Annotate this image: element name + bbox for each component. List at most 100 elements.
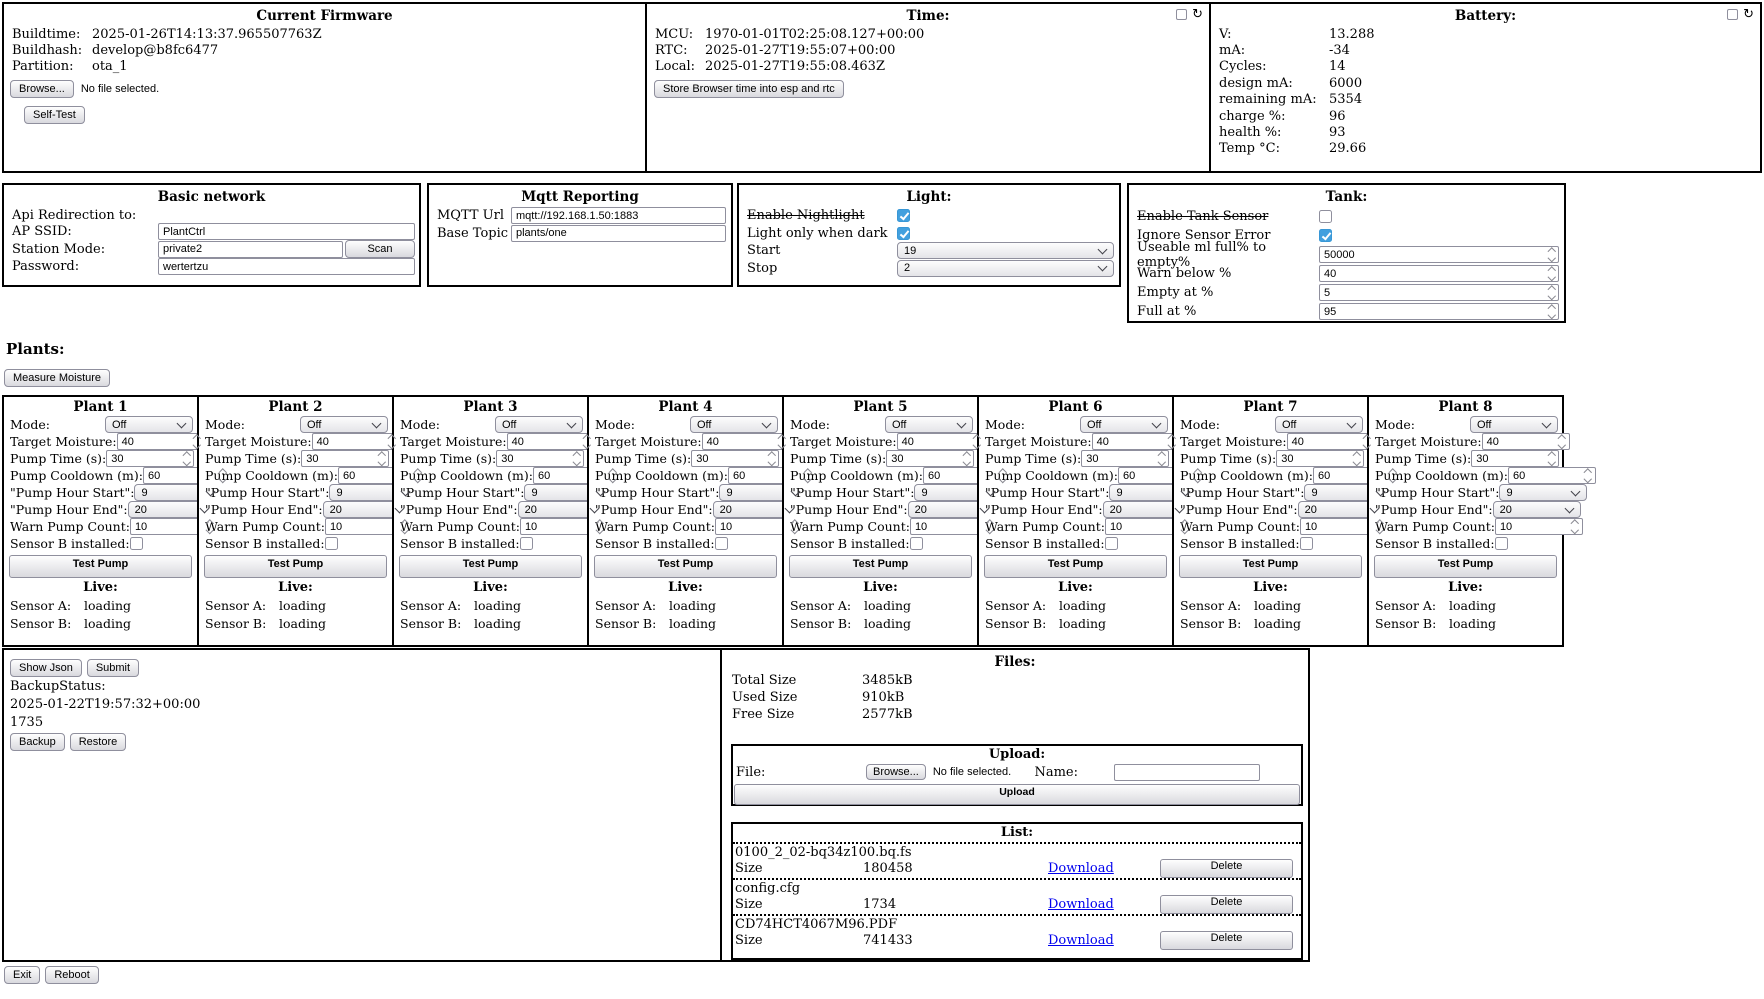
light-stop-select[interactable]: 2 [897,260,1114,277]
show-json-button[interactable]: Show Json [10,659,82,677]
sensor-b-installed-checkbox[interactable] [1495,537,1508,550]
mqtt-url-input[interactable] [511,207,726,224]
target-moisture-input[interactable]: 40 [702,433,790,450]
reboot-button[interactable]: Reboot [45,966,98,984]
base-topic-input[interactable] [511,225,726,242]
delete-button[interactable]: Delete [1160,895,1293,914]
pump-time-input[interactable]: 30 [1276,450,1364,467]
pump-time-input[interactable]: 30 [496,450,584,467]
pump-hour-end-select[interactable]: 20 [1493,501,1581,518]
test-pump-button[interactable]: Test Pump [594,555,777,578]
mode-select[interactable]: Off [1470,416,1558,433]
empty-at-input[interactable]: 5 [1319,284,1559,301]
spinner-icon[interactable] [379,453,385,464]
test-pump-button[interactable]: Test Pump [1179,555,1362,578]
enable-tank-sensor-checkbox[interactable] [1319,210,1332,223]
target-moisture-input[interactable]: 40 [312,433,400,450]
sensor-b-installed-checkbox[interactable] [715,537,728,550]
spinner-icon[interactable] [184,453,190,464]
measure-moisture-button[interactable]: Measure Moisture [4,369,110,387]
spinner-icon[interactable] [964,453,970,464]
enable-nightlight-checkbox[interactable] [897,209,910,222]
exit-button[interactable]: Exit [4,966,40,984]
light-start-select[interactable]: 19 [897,242,1114,259]
pump-time-input[interactable]: 30 [691,450,779,467]
mode-select[interactable]: Off [1080,416,1168,433]
download-link[interactable]: Download [1048,897,1114,912]
download-link[interactable]: Download [1048,933,1114,948]
target-moisture-input[interactable]: 40 [117,433,205,450]
mode-select[interactable]: Off [105,416,193,433]
refresh-icon[interactable]: ↻ [1743,9,1754,20]
pump-time-input[interactable]: 30 [106,450,194,467]
upload-name-input[interactable] [1114,764,1260,781]
upload-browse-button[interactable]: Browse... [866,764,926,780]
test-pump-button[interactable]: Test Pump [9,555,192,578]
pump-time-input[interactable]: 30 [886,450,974,467]
spinner-icon[interactable] [1559,436,1565,447]
firmware-browse-button[interactable]: Browse... [10,80,74,98]
spinner-icon[interactable] [769,453,775,464]
target-moisture-input[interactable]: 40 [1092,433,1180,450]
mode-select[interactable]: Off [885,416,973,433]
time-auto-checkbox[interactable] [1176,9,1187,20]
mode-select[interactable]: Off [690,416,778,433]
target-moisture-input[interactable]: 40 [1482,433,1570,450]
target-moisture-input[interactable]: 40 [897,433,985,450]
spinner-icon[interactable] [1572,521,1578,532]
test-pump-button[interactable]: Test Pump [789,555,972,578]
test-pump-button[interactable]: Test Pump [984,555,1167,578]
spinner-icon[interactable] [574,453,580,464]
pump-cooldown-input[interactable]: 60 [1508,467,1596,484]
test-pump-button[interactable]: Test Pump [399,555,582,578]
restore-button[interactable]: Restore [70,733,127,751]
sensor-b-installed-checkbox[interactable] [520,537,533,550]
ignore-sensor-error-checkbox[interactable] [1319,229,1332,242]
warn-pump-count-input[interactable]: 10 [1495,518,1583,535]
submit-button[interactable]: Submit [87,659,139,677]
mode-select[interactable]: Off [1275,416,1363,433]
light-only-dark-checkbox[interactable] [897,227,910,240]
pump-time-input[interactable]: 30 [1081,450,1169,467]
sensor-b-installed-checkbox[interactable] [1300,537,1313,550]
delete-button[interactable]: Delete [1160,859,1293,878]
delete-button[interactable]: Delete [1160,931,1293,950]
sensor-b-installed-checkbox[interactable] [910,537,923,550]
spinner-icon[interactable] [1549,268,1555,279]
used-size-label: Used Size [732,690,862,705]
target-moisture-input[interactable]: 40 [507,433,595,450]
pump-time-input[interactable]: 30 [1471,450,1559,467]
spinner-icon[interactable] [1159,453,1165,464]
spinner-icon[interactable] [1549,453,1555,464]
test-pump-button[interactable]: Test Pump [1374,555,1557,578]
download-link[interactable]: Download [1048,861,1114,876]
warn-below-input[interactable]: 40 [1319,265,1559,282]
spinner-icon[interactable] [1549,287,1555,298]
sensor-b-installed-checkbox[interactable] [130,537,143,550]
useable-ml-input[interactable]: 50000 [1319,246,1559,263]
password-input[interactable] [158,258,415,275]
backup-button[interactable]: Backup [10,733,65,751]
mode-select[interactable]: Off [495,416,583,433]
test-pump-button[interactable]: Test Pump [204,555,387,578]
upload-button[interactable]: Upload [734,784,1300,805]
store-browser-time-button[interactable]: Store Browser time into esp and rtc [654,80,844,98]
spinner-icon[interactable] [1549,249,1555,260]
spinner-icon[interactable] [1585,470,1591,481]
station-mode-input[interactable] [158,241,343,258]
pump-time-input[interactable]: 30 [301,450,389,467]
refresh-icon[interactable]: ↻ [1192,9,1203,20]
spinner-icon[interactable] [1549,306,1555,317]
target-moisture-input[interactable]: 40 [1287,433,1375,450]
self-test-button[interactable]: Self-Test [24,106,85,124]
spinner-icon[interactable] [1354,453,1360,464]
sensor-b-installed-checkbox[interactable] [325,537,338,550]
sensor-b-installed-checkbox[interactable] [1105,537,1118,550]
pump-hour-start-select[interactable]: 9 [1499,484,1587,501]
mode-select[interactable]: Off [300,416,388,433]
tank-title: Tank: [1129,185,1564,207]
battery-auto-checkbox[interactable] [1727,9,1738,20]
ap-ssid-input[interactable] [158,223,415,240]
full-at-input[interactable]: 95 [1319,303,1559,320]
scan-button[interactable]: Scan [345,240,415,258]
